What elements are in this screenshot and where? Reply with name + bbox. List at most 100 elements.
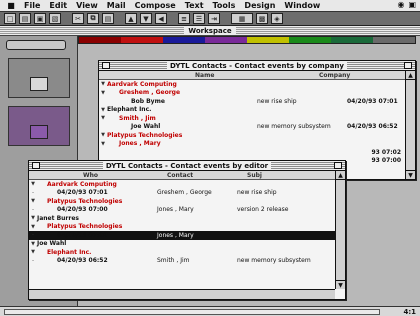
disclosure-triangle-icon[interactable]: ▼	[29, 181, 37, 187]
close-box-icon[interactable]	[102, 62, 110, 69]
list-item[interactable]: ▼ Greshem , George	[99, 89, 415, 98]
workspace-scrollbar[interactable]	[4, 308, 380, 315]
list-item[interactable]: 93 07:02	[99, 148, 415, 157]
color-swatch[interactable]	[79, 37, 121, 43]
list-item[interactable]: - 04/20/93 07:02 Jones , Mary	[29, 231, 345, 240]
disclosure-triangle-icon[interactable]: -	[29, 232, 37, 238]
list-item[interactable]: - 04/20/93 07:00 Jones , Mary version 2 rel…	[29, 206, 345, 215]
list-item[interactable]: ▼ Aardvark Computing	[99, 80, 415, 89]
list-item[interactable]: ▼ Platypus Technologies	[29, 223, 345, 232]
horizontal-scrollbar[interactable]	[29, 289, 335, 299]
vertical-scrollbar[interactable]: ▲ ▼	[405, 71, 415, 179]
palette-item-contacts[interactable]	[8, 58, 70, 98]
database-icon	[30, 77, 48, 91]
scroll-down-icon[interactable]: ▼	[406, 170, 415, 179]
color-swatch[interactable]	[331, 37, 373, 43]
toolbar-help-icon[interactable]: ◈	[271, 13, 283, 24]
disclosure-triangle-icon[interactable]: ▼	[29, 241, 37, 247]
menu-compose[interactable]: Compose	[135, 1, 176, 10]
bold-icon[interactable]: ▲	[125, 13, 137, 24]
open-icon[interactable]: ▤	[19, 13, 31, 24]
column-company[interactable]: Company	[229, 72, 350, 79]
zoom-box-icon[interactable]	[334, 162, 342, 169]
disclosure-triangle-icon[interactable]: ▼	[29, 249, 37, 255]
workspace-titlebar[interactable]: Workspace	[0, 26, 420, 36]
scroll-down-icon[interactable]: ▼	[336, 280, 345, 289]
disclosure-triangle-icon[interactable]: ▼	[29, 215, 37, 221]
scroll-up-icon[interactable]: ▲	[336, 171, 345, 180]
disclosure-triangle-icon[interactable]: -	[29, 207, 37, 213]
window-titlebar[interactable]: DYTL Contacts - Contact events by compan…	[99, 61, 415, 71]
list-item[interactable]: ▼ Smith , Jim	[99, 114, 415, 123]
menu-design[interactable]: Design	[244, 1, 275, 10]
table-icon[interactable]: ▦	[231, 13, 253, 24]
row-who: 04/20/93 07:01	[57, 189, 108, 197]
list-item[interactable]: ▼ Joe Wahl	[29, 240, 345, 249]
disclosure-triangle-icon[interactable]: ▼	[99, 90, 107, 96]
paste-icon[interactable]: ▤	[102, 13, 114, 24]
disclosure-triangle-icon[interactable]: ▼	[99, 132, 107, 138]
cut-icon[interactable]: ✂	[72, 13, 84, 24]
list-item[interactable]: ▼ Elephant Inc.	[99, 106, 415, 115]
zoom-level[interactable]: 4:1	[403, 308, 416, 316]
disclosure-triangle-icon[interactable]: ▼	[99, 141, 107, 147]
disclosure-triangle-icon[interactable]: -	[29, 190, 37, 196]
print-icon[interactable]: ▧	[49, 13, 61, 24]
column-name[interactable]: Name	[99, 72, 229, 79]
chart-icon[interactable]: ▩	[256, 13, 268, 24]
apple-menu-icon[interactable]: ■	[6, 1, 16, 10]
list-item[interactable]: - 04/20/93 07:01 Greshem , George new rise …	[29, 189, 345, 198]
list-item[interactable]: ▼ Janet Burres	[29, 214, 345, 223]
underline-icon[interactable]: ◀	[155, 13, 167, 24]
column-who[interactable]: Who	[29, 172, 127, 179]
color-swatch[interactable]	[163, 37, 205, 43]
vertical-scrollbar[interactable]: ▲ ▼	[335, 171, 345, 289]
palette-item-selected[interactable]	[8, 106, 70, 146]
disclosure-triangle-icon[interactable]: ▼	[99, 107, 107, 113]
italic-icon[interactable]: ▼	[140, 13, 152, 24]
column-subj[interactable]: Subj	[217, 172, 317, 179]
scroll-up-icon[interactable]: ▲	[406, 71, 415, 80]
save-icon[interactable]: ▣	[34, 13, 46, 24]
list-item[interactable]: ▼ Jones , Mary	[99, 140, 415, 149]
disclosure-triangle-icon[interactable]: ▼	[99, 81, 107, 87]
application-icon[interactable]: ▣	[408, 0, 416, 9]
help-icon[interactable]: ◉	[397, 0, 404, 9]
color-swatch[interactable]	[373, 37, 415, 43]
menu-text[interactable]: Text	[185, 1, 204, 10]
list-item[interactable]: ▼ Elephant Inc.	[29, 248, 345, 257]
row-name: Aardvark Computing	[107, 80, 177, 88]
palette-tab[interactable]	[6, 40, 66, 50]
disclosure-triangle-icon[interactable]: -	[29, 258, 37, 264]
list-item[interactable]: ▼ Aardvark Computing	[29, 180, 345, 189]
row-contact: Smith , Jim	[157, 257, 190, 265]
color-swatch[interactable]	[121, 37, 163, 43]
column-contact[interactable]: Contact	[127, 172, 217, 179]
color-swatch[interactable]	[247, 37, 289, 43]
list-item[interactable]: - 04/20/93 06:52 Smith , Jim new memory sub…	[29, 257, 345, 266]
list-item[interactable]: ▼ Platypus Technologies	[99, 131, 415, 140]
indent-icon[interactable]: ⇥	[208, 13, 220, 24]
list-item[interactable]: ▼ Platypus Technologies	[29, 197, 345, 206]
close-box-icon[interactable]	[32, 162, 40, 169]
align-icon[interactable]: ≡	[178, 13, 190, 24]
list-item[interactable]: Bob Byme new rise ship 04/20/93 07:01	[99, 97, 415, 106]
zoom-box-icon[interactable]	[404, 62, 412, 69]
menu-tools[interactable]: Tools	[213, 1, 236, 10]
color-swatch[interactable]	[289, 37, 331, 43]
color-swatch[interactable]	[205, 37, 247, 43]
copy-icon[interactable]: ⧉	[87, 13, 99, 24]
list-icon[interactable]: ☰	[193, 13, 205, 24]
window-titlebar[interactable]: DYTL Contacts - Contact events by editor	[29, 161, 345, 171]
menu-edit[interactable]: Edit	[49, 1, 67, 10]
new-doc-icon[interactable]: □	[4, 13, 16, 24]
disclosure-triangle-icon[interactable]: ▼	[99, 115, 107, 121]
menu-mail[interactable]: Mail	[107, 1, 126, 10]
disclosure-triangle-icon[interactable]: ▼	[29, 198, 37, 204]
menu-view[interactable]: View	[76, 1, 98, 10]
row-who: Joe Wahl	[37, 240, 67, 248]
menu-file[interactable]: File	[24, 1, 40, 10]
menu-window[interactable]: Window	[284, 1, 320, 10]
list-item[interactable]: Joe Wahl new memory subsystem 04/20/93 06:…	[99, 123, 415, 132]
disclosure-triangle-icon[interactable]: ▼	[29, 224, 37, 230]
